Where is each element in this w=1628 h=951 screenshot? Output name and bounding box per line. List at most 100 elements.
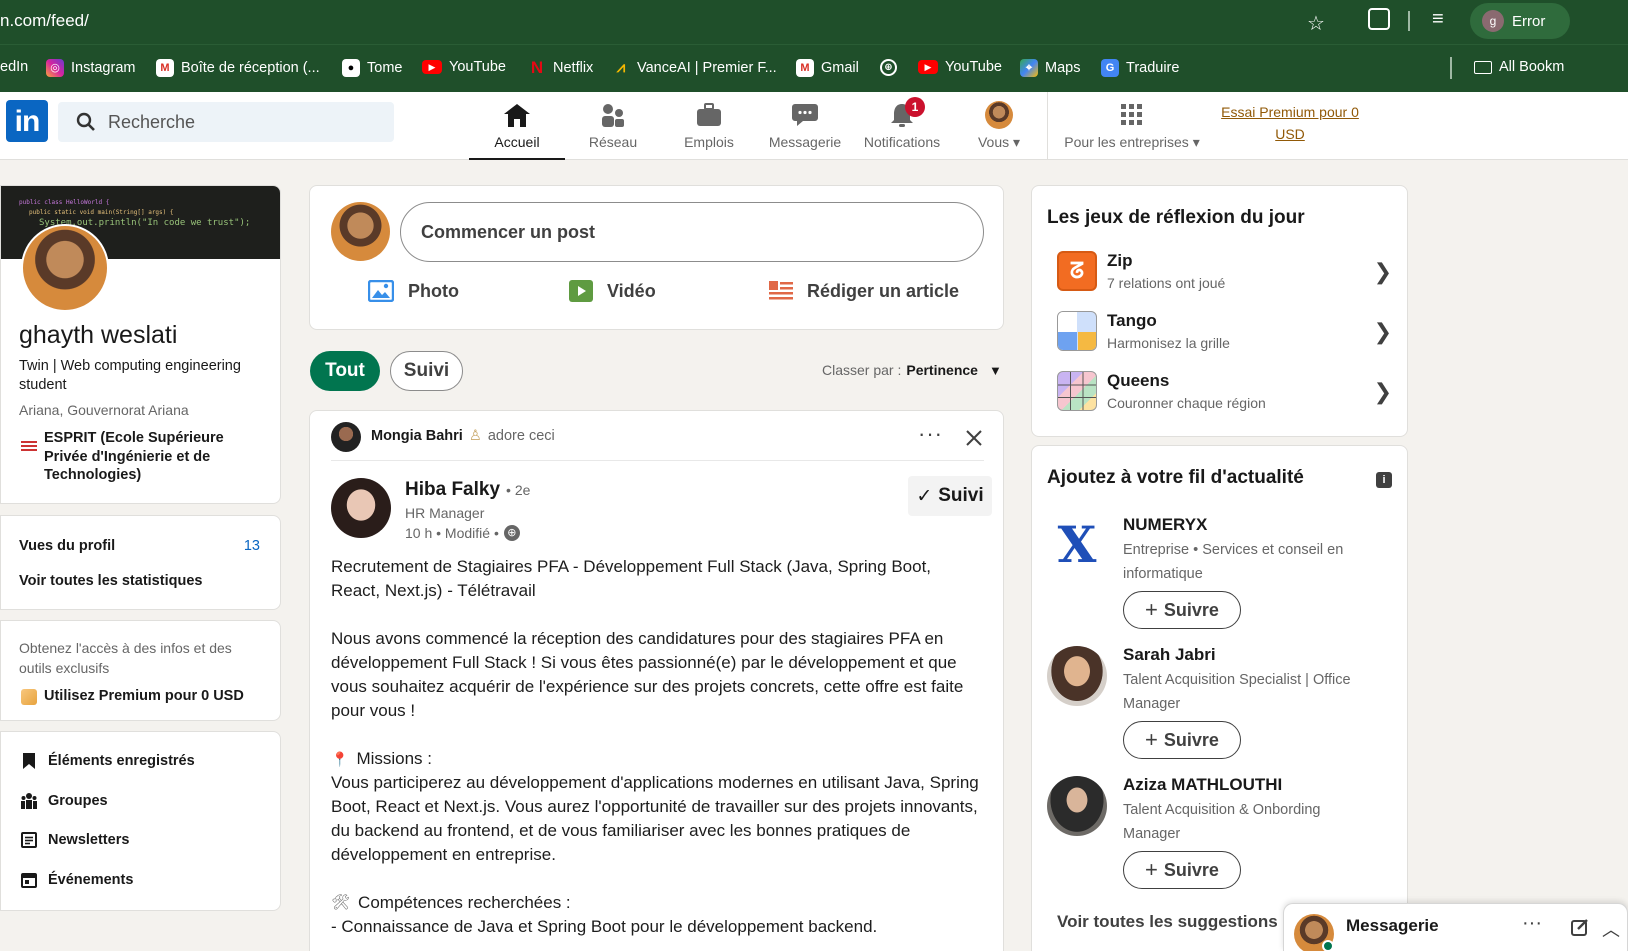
photo-button[interactable]: Photo (368, 280, 459, 302)
profile-views-count[interactable]: 13 (244, 538, 260, 554)
composer-avatar[interactable] (331, 202, 390, 261)
nav-me[interactable]: Vous ▾ (951, 92, 1047, 160)
bookmark-icon (23, 753, 35, 769)
follow-button[interactable]: + Suivre (1123, 591, 1241, 629)
nav-network[interactable]: Réseau (565, 92, 661, 160)
profile-stats-card: Vues du profil 13 Voir toutes les statis… (0, 515, 281, 610)
search-box[interactable]: Recherche (58, 102, 394, 142)
close-icon[interactable] (965, 429, 983, 447)
nav-messaging[interactable]: Messagerie (757, 92, 853, 160)
bookmark-translate[interactable]: G Traduire (1101, 59, 1179, 77)
suggestion-name[interactable]: Sarah Jabri (1123, 645, 1216, 665)
suggestion-avatar[interactable] (1047, 646, 1107, 706)
game-tango[interactable]: Tango Harmonisez la grille ❯ (1057, 311, 1392, 361)
post-paragraph-1: Recrutement de Stagiaires PFA - Développ… (331, 557, 932, 600)
premium-cta[interactable]: Utilisez Premium pour 0 USD (44, 688, 244, 704)
media-queue-icon[interactable]: ≡ (1432, 8, 1444, 31)
write-article-button[interactable]: Rédiger un article (769, 280, 959, 302)
post-meta: 10 h • Modifié • ⊕ (405, 525, 520, 541)
bookmark-linkedin[interactable]: edIn (0, 59, 28, 75)
game-queens[interactable]: Queens Couronner chaque région ❯ (1057, 371, 1392, 421)
bookmark-gmail-inbox[interactable]: M Boîte de réception (... (156, 59, 320, 77)
post-composer: Commencer un post Photo Vidéo Rédiger un… (309, 185, 1004, 330)
bookmark-tome[interactable]: ● Tome (342, 59, 402, 77)
bookmark-vanceai[interactable]: ⩘ VanceAI | Premier F... (612, 59, 777, 77)
suggestion-desc: Talent Acquisition & Onbording Manager (1123, 802, 1321, 842)
game-zip[interactable]: ᘔ Zip 7 relations ont joué ❯ (1057, 251, 1392, 301)
more-options-icon[interactable]: ··· (1522, 912, 1542, 935)
profile-school[interactable]: ESPRIT (Ecole Supérieure Privée d'Ingéni… (44, 429, 269, 485)
profile-chip[interactable]: g Error (1470, 3, 1570, 39)
bookmark-star-icon[interactable]: ☆ (1307, 11, 1325, 36)
suggestions-title: Ajoutez à votre fil d'actualité (1047, 467, 1304, 488)
author-name[interactable]: Hiba Falky (405, 479, 500, 501)
start-post-input[interactable]: Commencer un post (400, 202, 984, 262)
zip-game-icon: ᘔ (1057, 251, 1097, 291)
suggestion-avatar[interactable] (1047, 776, 1107, 836)
bookmark-globe[interactable]: ⊕ (880, 59, 897, 76)
all-stats-link[interactable]: Voir toutes les statistiques (19, 573, 202, 589)
filter-all[interactable]: Tout (310, 351, 380, 391)
video-button[interactable]: Vidéo (569, 280, 656, 302)
bookmark-instagram[interactable]: ◎ Instagram (46, 59, 135, 77)
follow-button[interactable]: + Suivre (1123, 721, 1241, 759)
newsletters-link[interactable]: Newsletters (21, 832, 129, 848)
profile-headline: Twin | Web computing engineering student (19, 358, 241, 393)
suggestion-name[interactable]: Aziza MATHLOUTHI (1123, 775, 1282, 795)
sort-dropdown[interactable]: Classer par : Pertinence ▼ (822, 362, 1002, 378)
tools-icon: 🛠 (331, 894, 351, 911)
premium-trial-link[interactable]: Essai Premium pour 0 USD (1212, 101, 1368, 145)
following-button[interactable]: ✓ Suivi (908, 476, 992, 516)
more-options-icon[interactable]: ··· (918, 421, 943, 447)
bookmark-youtube[interactable]: ▶ YouTube (422, 59, 506, 75)
youtube-icon: ▶ (918, 60, 938, 74)
tome-icon: ● (342, 59, 360, 77)
profile-avatar[interactable] (21, 224, 109, 312)
bookmark-youtube-2[interactable]: ▶ YouTube (918, 59, 1002, 75)
divider (331, 460, 984, 461)
youtube-icon: ▶ (422, 60, 442, 74)
url-text[interactable]: n.com/feed/ (0, 11, 89, 31)
numeryx-logo[interactable]: X (1047, 514, 1107, 574)
all-bookmarks[interactable]: All Bookm (1474, 59, 1564, 75)
groups-link[interactable]: Groupes (21, 792, 108, 810)
article-icon (769, 281, 793, 300)
see-all-suggestions-link[interactable]: Voir toutes les suggestions→ (1057, 912, 1301, 932)
premium-text: Obtenez l'accès à des infos et des outil… (19, 640, 232, 676)
linkedin-logo[interactable]: in (6, 100, 48, 142)
shortcuts-card: Éléments enregistrés Groupes Newsletters… (0, 731, 281, 911)
filter-followed[interactable]: Suivi (390, 351, 463, 391)
saved-items-link[interactable]: Éléments enregistrés (21, 752, 195, 770)
follow-button[interactable]: + Suivre (1123, 851, 1241, 889)
info-icon[interactable]: i (1376, 472, 1392, 488)
reactor-avatar[interactable] (331, 422, 361, 452)
games-title: Les jeux de réflexion du jour (1047, 207, 1305, 228)
netflix-icon: N (530, 58, 544, 77)
reaction-line: Mongia Bahri ♙ adore ceci (371, 428, 555, 444)
nav-home[interactable]: Accueil (469, 92, 565, 160)
message-icon (792, 104, 818, 126)
bookmarks-bar: edIn ◎ Instagram M Boîte de réception (...… (0, 44, 1628, 92)
profile-views-label[interactable]: Vues du profil (19, 538, 115, 554)
divider (1450, 57, 1452, 79)
plus-icon: + (1145, 727, 1158, 752)
reactor-name[interactable]: Mongia Bahri (371, 428, 463, 444)
events-link[interactable]: Événements (21, 872, 133, 888)
suggestion-name[interactable]: NUMERYX (1123, 515, 1207, 535)
nav-notifications[interactable]: 1 Notifications (853, 92, 951, 160)
author-avatar[interactable] (331, 478, 391, 538)
divider (1047, 92, 1048, 160)
bookmark-gmail[interactable]: M Gmail (796, 59, 859, 77)
groups-icon (21, 793, 37, 809)
extensions-icon[interactable] (1368, 8, 1390, 30)
compose-icon[interactable] (1570, 917, 1590, 937)
profile-name[interactable]: ghayth weslati (19, 321, 177, 350)
nav-jobs[interactable]: Emplois (661, 92, 757, 160)
bookmark-netflix[interactable]: N Netflix (528, 59, 593, 77)
messaging-overlay[interactable]: Messagerie ··· ︿ (1283, 903, 1628, 951)
bookmark-maps[interactable]: ⌖ Maps (1020, 59, 1080, 77)
premium-card: Obtenez l'accès à des infos et des outil… (0, 620, 281, 721)
nav-business[interactable]: Pour les entreprises ▾ (1052, 92, 1212, 160)
chevron-up-icon[interactable]: ︿ (1602, 916, 1620, 942)
search-input[interactable]: Recherche (108, 112, 195, 133)
